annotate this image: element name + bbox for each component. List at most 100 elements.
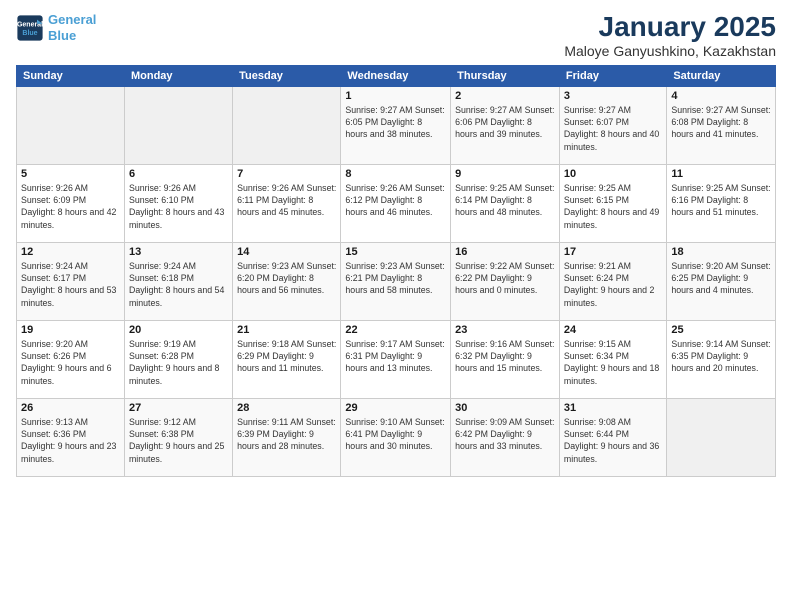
day-info: Sunrise: 9:17 AM Sunset: 6:31 PM Dayligh…	[345, 338, 446, 375]
calendar-cell: 24 Sunrise: 9:15 AM Sunset: 6:34 PM Dayli…	[559, 320, 666, 398]
day-number: 17	[564, 246, 662, 258]
calendar-cell: 25 Sunrise: 9:14 AM Sunset: 6:35 PM Dayli…	[667, 320, 776, 398]
calendar-cell: 22 Sunrise: 9:17 AM Sunset: 6:31 PM Dayli…	[341, 320, 451, 398]
day-info: Sunrise: 9:08 AM Sunset: 6:44 PM Dayligh…	[564, 416, 662, 465]
calendar-cell: 20Sunrise: 9:19 AM Sunset: 6:28 PM Dayli…	[124, 320, 232, 398]
calendar-cell: 31 Sunrise: 9:08 AM Sunset: 6:44 PM Dayli…	[559, 398, 666, 476]
day-number: 21	[237, 324, 336, 336]
calendar-cell: 26 Sunrise: 9:13 AM Sunset: 6:36 PM Dayli…	[17, 398, 125, 476]
day-info: Sunrise: 9:27 AM Sunset: 6:05 PM Dayligh…	[345, 104, 446, 141]
day-number: 27	[129, 402, 228, 414]
title-section: January 2025 Maloye Ganyushkino, Kazakhs…	[564, 12, 776, 59]
day-number: 26	[21, 402, 120, 414]
calendar-cell: 21 Sunrise: 9:18 AM Sunset: 6:29 PM Dayli…	[233, 320, 341, 398]
calendar-cell: 17 Sunrise: 9:21 AM Sunset: 6:24 PM Dayli…	[559, 242, 666, 320]
header: General Blue General Blue January 2025 M…	[16, 12, 776, 59]
calendar-cell: 12 Sunrise: 9:24 AM Sunset: 6:17 PM Dayli…	[17, 242, 125, 320]
day-number: 10	[564, 168, 662, 180]
calendar-cell: 27 Sunrise: 9:12 AM Sunset: 6:38 PM Dayli…	[124, 398, 232, 476]
day-info: Sunrise: 9:25 AM Sunset: 6:16 PM Dayligh…	[671, 182, 771, 219]
calendar-cell	[17, 86, 125, 164]
day-info: Sunrise: 9:11 AM Sunset: 6:39 PM Dayligh…	[237, 416, 336, 453]
day-number: 22	[345, 324, 446, 336]
day-info: Sunrise: 9:27 AM Sunset: 6:06 PM Dayligh…	[455, 104, 555, 141]
calendar-cell: 8 Sunrise: 9:26 AM Sunset: 6:12 PM Daylig…	[341, 164, 451, 242]
page: General Blue General Blue January 2025 M…	[0, 0, 792, 612]
day-number: 15	[345, 246, 446, 258]
day-info: Sunrise: 9:23 AM Sunset: 6:21 PM Dayligh…	[345, 260, 446, 297]
month-title: January 2025	[564, 12, 776, 43]
day-number: 11	[671, 168, 771, 180]
day-number: 18	[671, 246, 771, 258]
calendar-cell: 1 Sunrise: 9:27 AM Sunset: 6:05 PM Daylig…	[341, 86, 451, 164]
day-number: 23	[455, 324, 555, 336]
day-number: 14	[237, 246, 336, 258]
day-number: 9	[455, 168, 555, 180]
day-number: 1	[345, 90, 446, 102]
day-info: Sunrise: 9:23 AM Sunset: 6:20 PM Dayligh…	[237, 260, 336, 297]
calendar-cell: 15 Sunrise: 9:23 AM Sunset: 6:21 PM Dayli…	[341, 242, 451, 320]
weekday-header: Wednesday	[341, 65, 451, 86]
calendar-cell	[233, 86, 341, 164]
weekday-header: Saturday	[667, 65, 776, 86]
day-number: 20	[129, 324, 228, 336]
day-info: Sunrise: 9:26 AM Sunset: 6:10 PM Dayligh…	[129, 182, 228, 231]
day-info: Sunrise: 9:15 AM Sunset: 6:34 PM Dayligh…	[564, 338, 662, 387]
calendar-cell: 19Sunrise: 9:20 AM Sunset: 6:26 PM Dayli…	[17, 320, 125, 398]
day-info: Sunrise: 9:20 AM Sunset: 6:25 PM Dayligh…	[671, 260, 771, 297]
calendar-cell: 30Sunrise: 9:09 AM Sunset: 6:42 PM Dayli…	[451, 398, 560, 476]
calendar-cell: 23Sunrise: 9:16 AM Sunset: 6:32 PM Dayli…	[451, 320, 560, 398]
calendar-cell: 3Sunrise: 9:27 AM Sunset: 6:07 PM Daylig…	[559, 86, 666, 164]
calendar-cell: 13Sunrise: 9:24 AM Sunset: 6:18 PM Dayli…	[124, 242, 232, 320]
day-number: 12	[21, 246, 120, 258]
calendar-week-row: 1 Sunrise: 9:27 AM Sunset: 6:05 PM Daylig…	[17, 86, 776, 164]
location-title: Maloye Ganyushkino, Kazakhstan	[564, 43, 776, 59]
day-info: Sunrise: 9:25 AM Sunset: 6:15 PM Dayligh…	[564, 182, 662, 231]
day-number: 7	[237, 168, 336, 180]
calendar-cell: 28 Sunrise: 9:11 AM Sunset: 6:39 PM Dayli…	[233, 398, 341, 476]
day-info: Sunrise: 9:21 AM Sunset: 6:24 PM Dayligh…	[564, 260, 662, 309]
day-info: Sunrise: 9:27 AM Sunset: 6:07 PM Dayligh…	[564, 104, 662, 153]
day-number: 5	[21, 168, 120, 180]
calendar-cell: 5 Sunrise: 9:26 AM Sunset: 6:09 PM Daylig…	[17, 164, 125, 242]
day-info: Sunrise: 9:24 AM Sunset: 6:17 PM Dayligh…	[21, 260, 120, 309]
calendar-cell: 7Sunrise: 9:26 AM Sunset: 6:11 PM Daylig…	[233, 164, 341, 242]
day-info: Sunrise: 9:10 AM Sunset: 6:41 PM Dayligh…	[345, 416, 446, 453]
day-number: 28	[237, 402, 336, 414]
calendar-cell	[124, 86, 232, 164]
day-info: Sunrise: 9:12 AM Sunset: 6:38 PM Dayligh…	[129, 416, 228, 465]
day-number: 8	[345, 168, 446, 180]
calendar-week-row: 5 Sunrise: 9:26 AM Sunset: 6:09 PM Daylig…	[17, 164, 776, 242]
calendar-cell: 11 Sunrise: 9:25 AM Sunset: 6:16 PM Dayli…	[667, 164, 776, 242]
day-info: Sunrise: 9:18 AM Sunset: 6:29 PM Dayligh…	[237, 338, 336, 375]
calendar-week-row: 26 Sunrise: 9:13 AM Sunset: 6:36 PM Dayli…	[17, 398, 776, 476]
day-number: 24	[564, 324, 662, 336]
calendar: SundayMondayTuesdayWednesdayThursdayFrid…	[16, 65, 776, 477]
day-number: 16	[455, 246, 555, 258]
calendar-cell: 29Sunrise: 9:10 AM Sunset: 6:41 PM Dayli…	[341, 398, 451, 476]
calendar-cell: 4Sunrise: 9:27 AM Sunset: 6:08 PM Daylig…	[667, 86, 776, 164]
day-info: Sunrise: 9:09 AM Sunset: 6:42 PM Dayligh…	[455, 416, 555, 453]
weekday-header: Thursday	[451, 65, 560, 86]
weekday-header-row: SundayMondayTuesdayWednesdayThursdayFrid…	[17, 65, 776, 86]
day-info: Sunrise: 9:26 AM Sunset: 6:12 PM Dayligh…	[345, 182, 446, 219]
day-number: 2	[455, 90, 555, 102]
logo: General Blue General Blue	[16, 12, 96, 43]
day-info: Sunrise: 9:26 AM Sunset: 6:09 PM Dayligh…	[21, 182, 120, 231]
weekday-header: Friday	[559, 65, 666, 86]
calendar-cell: 2 Sunrise: 9:27 AM Sunset: 6:06 PM Daylig…	[451, 86, 560, 164]
day-info: Sunrise: 9:13 AM Sunset: 6:36 PM Dayligh…	[21, 416, 120, 465]
svg-text:Blue: Blue	[22, 30, 37, 37]
calendar-week-row: 19Sunrise: 9:20 AM Sunset: 6:26 PM Dayli…	[17, 320, 776, 398]
day-info: Sunrise: 9:27 AM Sunset: 6:08 PM Dayligh…	[671, 104, 771, 141]
calendar-cell: 10 Sunrise: 9:25 AM Sunset: 6:15 PM Dayli…	[559, 164, 666, 242]
calendar-week-row: 12 Sunrise: 9:24 AM Sunset: 6:17 PM Dayli…	[17, 242, 776, 320]
day-info: Sunrise: 9:22 AM Sunset: 6:22 PM Dayligh…	[455, 260, 555, 297]
day-info: Sunrise: 9:20 AM Sunset: 6:26 PM Dayligh…	[21, 338, 120, 387]
day-number: 31	[564, 402, 662, 414]
weekday-header: Monday	[124, 65, 232, 86]
calendar-cell: 14 Sunrise: 9:23 AM Sunset: 6:20 PM Dayli…	[233, 242, 341, 320]
day-number: 25	[671, 324, 771, 336]
calendar-cell: 16 Sunrise: 9:22 AM Sunset: 6:22 PM Dayli…	[451, 242, 560, 320]
day-info: Sunrise: 9:14 AM Sunset: 6:35 PM Dayligh…	[671, 338, 771, 375]
